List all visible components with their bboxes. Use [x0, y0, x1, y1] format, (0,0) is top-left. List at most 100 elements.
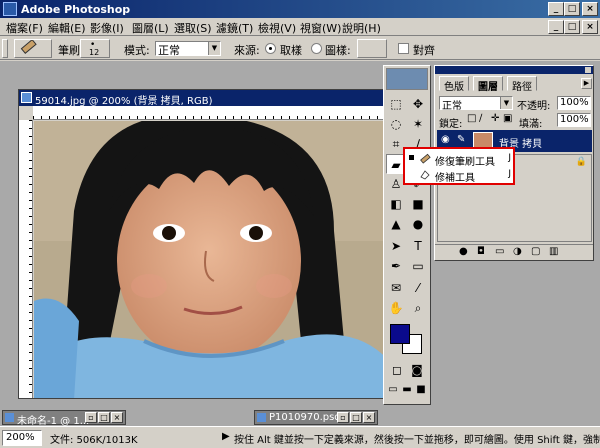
palette-menu-arrow-icon[interactable]: ▶: [581, 78, 592, 89]
lock-all-icon[interactable]: ▣: [503, 113, 512, 124]
maximize-button[interactable]: □: [564, 2, 580, 16]
document-size-info[interactable]: 文件: 506K/1013K: [50, 431, 138, 446]
screen-mode-full-icon[interactable]: ■: [414, 382, 428, 398]
lock-image-icon[interactable]: ∕: [479, 113, 482, 124]
close-icon[interactable]: [585, 67, 591, 73]
quick-mask-icon[interactable]: ◙: [408, 362, 426, 378]
standard-mode-icon[interactable]: ◻: [388, 362, 406, 378]
menu-file[interactable]: 檔案(F): [6, 20, 43, 36]
screen-mode-standard-icon[interactable]: ▭: [386, 382, 400, 398]
pen-tool-icon[interactable]: ✒: [386, 256, 406, 276]
adobe-online-button[interactable]: [386, 68, 428, 90]
path-selection-tool-icon[interactable]: ➤: [386, 236, 406, 256]
child-portrait-image: [34, 121, 387, 398]
maximize-button[interactable]: □: [350, 412, 362, 423]
tab-channels[interactable]: 色版: [439, 76, 469, 93]
restore-button[interactable]: ▫: [85, 412, 97, 423]
magic-wand-tool-icon[interactable]: ✶: [408, 114, 428, 134]
horizontal-ruler[interactable]: [33, 106, 387, 120]
document-icon: [257, 413, 266, 422]
marquee-tool-icon[interactable]: ⬚: [386, 94, 406, 114]
doc-close-button[interactable]: ×: [582, 20, 598, 34]
photoshop-app-icon[interactable]: [3, 2, 17, 16]
eyedropper-tool-icon[interactable]: ⁄: [408, 278, 428, 298]
shape-tool-icon[interactable]: ▭: [408, 256, 428, 276]
tool-preset-picker[interactable]: [14, 38, 52, 58]
lock-transparency-icon[interactable]: □: [467, 113, 476, 124]
menu-window[interactable]: 視窗(W): [300, 20, 341, 36]
source-label: 來源:: [234, 44, 260, 57]
chevron-down-icon: ▼: [208, 42, 220, 55]
zoom-field[interactable]: 200%: [2, 430, 42, 446]
menu-edit[interactable]: 編輯(E): [48, 20, 86, 36]
zoom-value: 200%: [6, 432, 35, 443]
canvas-photo[interactable]: [34, 121, 387, 398]
new-layer-icon[interactable]: ▢: [531, 246, 540, 257]
flyout-item-patch[interactable]: 修補工具 J: [409, 168, 511, 184]
minimized-window-untitled[interactable]: 未命名-1 @ 1... ▫ □ ×: [2, 410, 126, 427]
blur-tool-icon[interactable]: ▲: [386, 214, 406, 234]
restore-button[interactable]: ▫: [337, 412, 349, 423]
notes-tool-icon[interactable]: ✉: [386, 278, 406, 298]
lasso-tool-icon[interactable]: ◌: [386, 114, 406, 134]
pattern-picker[interactable]: [357, 39, 387, 58]
eye-icon[interactable]: ◉: [441, 134, 450, 145]
tab-paths[interactable]: 路徑: [507, 76, 537, 93]
document-window[interactable]: 59014.jpg @ 200% (背景 拷貝, RGB): [18, 89, 388, 399]
menu-help[interactable]: 說明(H): [342, 20, 381, 36]
type-tool-icon[interactable]: T: [408, 236, 428, 256]
dodge-tool-icon[interactable]: ●: [408, 214, 428, 234]
document-icon: [21, 92, 32, 103]
healing-brush-icon: [420, 153, 431, 164]
blend-mode-select[interactable]: 正常 ▼: [439, 96, 513, 112]
menu-select[interactable]: 選取(S): [174, 20, 212, 36]
menu-filter[interactable]: 濾鏡(T): [216, 20, 253, 36]
layer-mask-icon[interactable]: ◘: [477, 246, 485, 257]
close-button[interactable]: ×: [111, 412, 123, 423]
flyout-item-shortcut: J: [508, 153, 511, 163]
minimized-window-p1010970[interactable]: P1010970.psd ▫ □ ×: [254, 410, 378, 425]
brush-link-icon[interactable]: ✎: [457, 134, 465, 145]
screen-mode-full-menu-icon[interactable]: ▬: [400, 382, 414, 398]
close-button[interactable]: ×: [363, 412, 375, 423]
layer-style-icon[interactable]: ●: [459, 246, 468, 257]
gradient-tool-icon[interactable]: ■: [408, 194, 428, 214]
lock-position-icon[interactable]: ✛: [491, 113, 499, 124]
selected-bullet-icon: [409, 155, 414, 160]
menu-layer[interactable]: 圖層(L): [132, 20, 169, 36]
play-arrow-icon[interactable]: ▶: [222, 431, 230, 442]
minimize-button[interactable]: _: [548, 2, 564, 16]
brush-picker[interactable]: • 12: [80, 39, 110, 58]
flyout-item-label: 修補工具: [435, 173, 475, 184]
chevron-down-icon: ▼: [500, 97, 512, 109]
photoshop-app: Adobe Photoshop _ □ × 檔案(F) 編輯(E) 影像(I) …: [0, 0, 600, 448]
menu-image[interactable]: 影像(I): [90, 20, 124, 36]
document-title-bar[interactable]: 59014.jpg @ 200% (背景 拷貝, RGB): [19, 90, 387, 107]
close-button[interactable]: ×: [582, 2, 598, 16]
doc-minimize-button[interactable]: _: [548, 20, 564, 34]
opacity-label: 不透明:: [517, 101, 551, 112]
minimized-window-title: P1010970.psd: [269, 412, 341, 423]
flyout-item-healing-brush[interactable]: 修復筆刷工具 J: [409, 152, 511, 168]
hand-tool-icon[interactable]: ✋: [386, 298, 406, 318]
aligned-checkbox[interactable]: [398, 43, 409, 54]
foreground-color-swatch[interactable]: [390, 324, 410, 344]
maximize-button[interactable]: □: [98, 412, 110, 423]
doc-restore-button[interactable]: □: [564, 20, 580, 34]
move-tool-icon[interactable]: ✥: [408, 94, 428, 114]
source-sampled-radio[interactable]: [265, 43, 276, 54]
mode-select[interactable]: 正常 ▼: [155, 41, 221, 57]
options-grip[interactable]: [2, 39, 8, 58]
zoom-tool-icon[interactable]: ⌕: [408, 298, 428, 318]
menu-view[interactable]: 檢視(V): [258, 20, 296, 36]
opacity-input[interactable]: 100%: [557, 96, 591, 110]
adjustment-layer-icon[interactable]: ◑: [513, 246, 522, 257]
trash-icon[interactable]: ▥: [549, 246, 558, 257]
tab-layers[interactable]: 圖層: [473, 76, 503, 93]
vertical-ruler[interactable]: [19, 120, 33, 398]
palette-title-bar[interactable]: [435, 66, 593, 74]
eraser-tool-icon[interactable]: ◧: [386, 194, 406, 214]
source-pattern-radio[interactable]: [311, 43, 322, 54]
fill-input[interactable]: 100%: [557, 113, 591, 127]
new-set-icon[interactable]: ▭: [495, 246, 504, 257]
